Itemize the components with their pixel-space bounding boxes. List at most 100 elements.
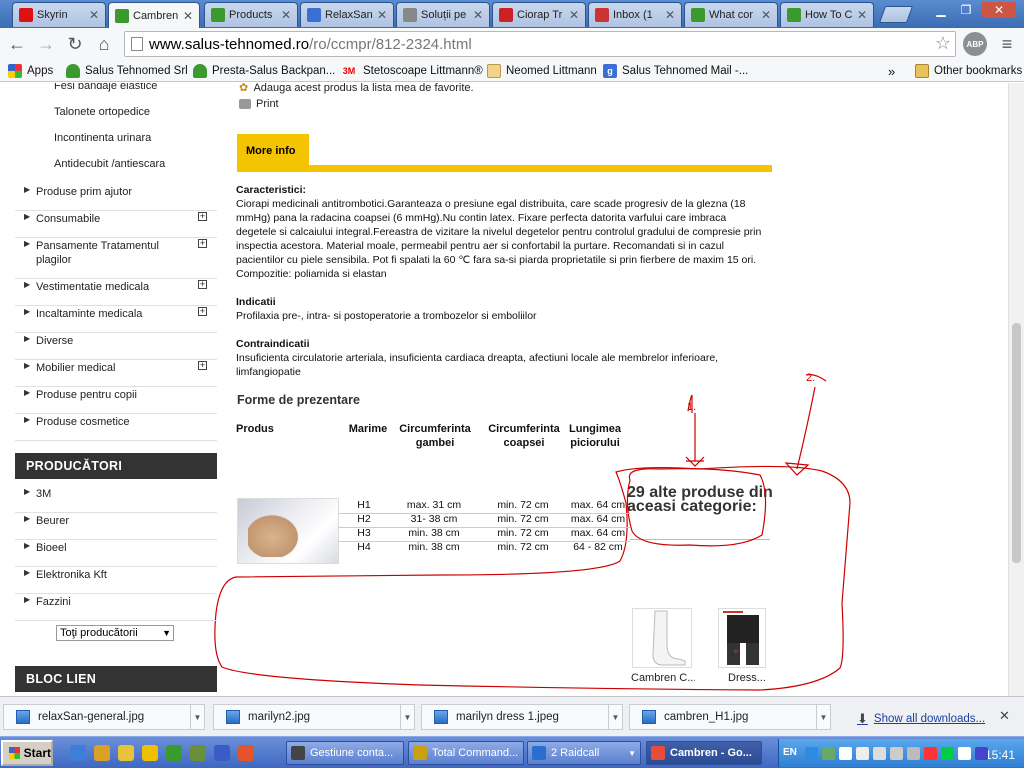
tray-icon[interactable] [958,747,971,760]
expand-plus-icon[interactable]: + [198,280,207,289]
bookmark-apps[interactable]: Apps [8,63,53,79]
tab-how-to-c[interactable]: How To C ✕ [780,2,874,27]
page-scrollbar[interactable] [1008,83,1024,696]
bookmark-star-icon[interactable]: ☆ [935,33,951,54]
sidebar-item-produse[interactable]: ▶ Produse cosmetice [15,415,217,441]
tray-icon[interactable] [805,747,818,760]
bookmark-presta-salus-backpan[interactable]: Presta-Salus Backpan... [193,63,335,79]
user-icon[interactable] [94,745,110,761]
tab-relaxsan[interactable]: RelaxSan ✕ [300,2,394,27]
download-item[interactable]: cambren_H1.jpg ▼ [629,704,831,730]
tray-icon[interactable] [856,747,869,760]
producer-item-fazzini[interactable]: ▶ Fazzini [15,595,217,621]
close-tab-icon[interactable]: ✕ [89,8,101,22]
sidebar-subitem[interactable]: Antidecubit /antiescara [54,158,165,170]
download-item[interactable]: marilyn dress 1.jpeg ▼ [421,704,623,730]
taskbar-total-command[interactable]: Total Command... [408,741,524,765]
sidebar-item-mobilier[interactable]: ▶ Mobilier medical + [15,361,217,387]
close-downloads-icon[interactable]: ✕ [999,708,1010,724]
forward-arrow-icon[interactable]: → [34,32,58,56]
bookmark-stetoscoape-littmann[interactable]: 3M Stetoscoape Littmann® [340,63,483,79]
bookmark-neomed-littmann[interactable]: Neomed Littmann [487,63,597,79]
tab-inbox-1[interactable]: Inbox (1 ✕ [588,2,682,27]
chevron-down-icon[interactable]: ▼ [608,705,622,729]
clock[interactable]: 15:41 [985,748,1015,762]
tray-icon[interactable] [924,747,937,760]
pencil-icon[interactable] [190,745,206,761]
restore-icon[interactable]: ❐ [955,2,977,18]
tab-what-cor[interactable]: What cor ✕ [684,2,778,27]
sidebar-item-produse[interactable]: ▶ Produse prim ajutor [15,185,217,211]
address-bar[interactable]: www.salus-tehnomed.ro/ro/ccmpr/812-2324.… [124,31,956,57]
language-indicator[interactable]: EN [783,747,797,758]
download-item[interactable]: marilyn2.jpg ▼ [213,704,415,730]
sidebar-item-consumabile[interactable]: ▶ Consumabile + [15,212,217,238]
chevron-down-icon[interactable]: ▼ [190,705,204,729]
sidebar-subitem[interactable]: Talonete ortopedice [54,106,150,118]
tray-icon[interactable] [822,747,835,760]
tab-cambren[interactable]: Cambren ✕ [108,2,200,28]
save-icon[interactable] [214,745,230,761]
scrollbar-thumb[interactable] [1012,323,1021,563]
tray-icon[interactable] [941,747,954,760]
sidebar-item-diverse[interactable]: ▶ Diverse [15,334,217,360]
close-tab-icon[interactable]: ✕ [473,8,485,22]
bookmark-salus-tehnomed-mail[interactable]: g Salus Tehnomed Mail -... [603,63,748,79]
close-window-icon[interactable]: ✕ [982,2,1016,18]
taskbar-cambren-go[interactable]: Cambren - Go... [646,741,762,765]
folder-icon[interactable] [118,745,134,761]
home-icon[interactable]: ⌂ [92,32,116,56]
close-tab-icon[interactable]: ✕ [183,9,195,23]
table-cell: min. 72 cm [497,499,549,511]
close-tab-icon[interactable]: ✕ [569,8,581,22]
tray-icon[interactable] [873,747,886,760]
close-tab-icon[interactable]: ✕ [857,8,869,22]
firefox-icon[interactable] [238,745,254,761]
bookmarks-overflow-icon[interactable]: » [888,63,895,79]
other-bookmarks[interactable]: Other bookmarks [915,63,1022,79]
expand-plus-icon[interactable]: + [198,307,207,316]
close-tab-icon[interactable]: ✕ [377,8,389,22]
sidebar-subitem[interactable]: Incontinenta urinara [54,132,151,144]
reload-icon[interactable]: ↻ [63,32,87,56]
smiley-icon[interactable] [142,745,158,761]
back-arrow-icon[interactable]: ← [5,32,29,56]
bookmark-label: Apps [27,65,54,77]
close-tab-icon[interactable]: ✕ [665,8,677,22]
sidebar-item-vestimentatie[interactable]: ▶ Vestimentatie medicala + [15,280,217,306]
minimize-icon[interactable]: ▁ [930,2,952,18]
tab-solu-ii-pe[interactable]: Soluții pe ✕ [396,2,490,27]
producer-item-elektronika-kft[interactable]: ▶ Elektronika Kft [15,568,217,594]
sidebar-item-label: Vestimentatie medicala [36,281,150,293]
tab-products[interactable]: Products ✕ [204,2,298,27]
sidebar-item-pansamente[interactable]: ▶ Pansamente Tratamentul plagilor + [15,239,217,279]
tab-title: Inbox (1 [613,9,653,21]
tab-ciorap-tr[interactable]: Ciorap Tr ✕ [492,2,586,27]
chevron-down-icon[interactable]: ▼ [816,705,830,729]
close-tab-icon[interactable]: ✕ [281,8,293,22]
tray-icon[interactable] [975,747,988,760]
adblock-icon[interactable]: ABP [963,32,987,56]
start-button[interactable]: Start [1,740,53,766]
expand-plus-icon[interactable]: + [198,239,207,248]
expand-plus-icon[interactable]: + [198,212,207,221]
expand-plus-icon[interactable]: + [198,361,207,370]
tab-skyrin[interactable]: Skyrin ✕ [12,2,106,27]
sidebar-item-produse[interactable]: ▶ Produse pentru copii [15,388,217,414]
taskbar-2-raidcall[interactable]: 2 Raidcall ▼ [527,741,641,765]
bookmark-salus-tehnomed-srl[interactable]: Salus Tehnomed Srl [66,63,188,79]
taskbar-gestiune-conta[interactable]: Gestiune conta... [286,741,404,765]
ie-icon[interactable] [70,745,86,761]
sidebar-subitem[interactable]: Fesi bandaje elastice [54,83,157,92]
sidebar-item-incaltaminte[interactable]: ▶ Incaltaminte medicala + [15,307,217,333]
tray-icon[interactable] [839,747,852,760]
menu-icon[interactable]: ≡ [997,33,1017,55]
tray-icon[interactable] [890,747,903,760]
tray-icon[interactable] [907,747,920,760]
show-all-downloads-link[interactable]: ⬇ Show all downloads... [857,711,985,727]
chevron-down-icon[interactable]: ▼ [628,749,636,758]
chevron-down-icon[interactable]: ▼ [400,705,414,729]
chrome-icon[interactable] [166,745,182,761]
download-item[interactable]: relaxSan-general.jpg ▼ [3,704,205,730]
close-tab-icon[interactable]: ✕ [761,8,773,22]
